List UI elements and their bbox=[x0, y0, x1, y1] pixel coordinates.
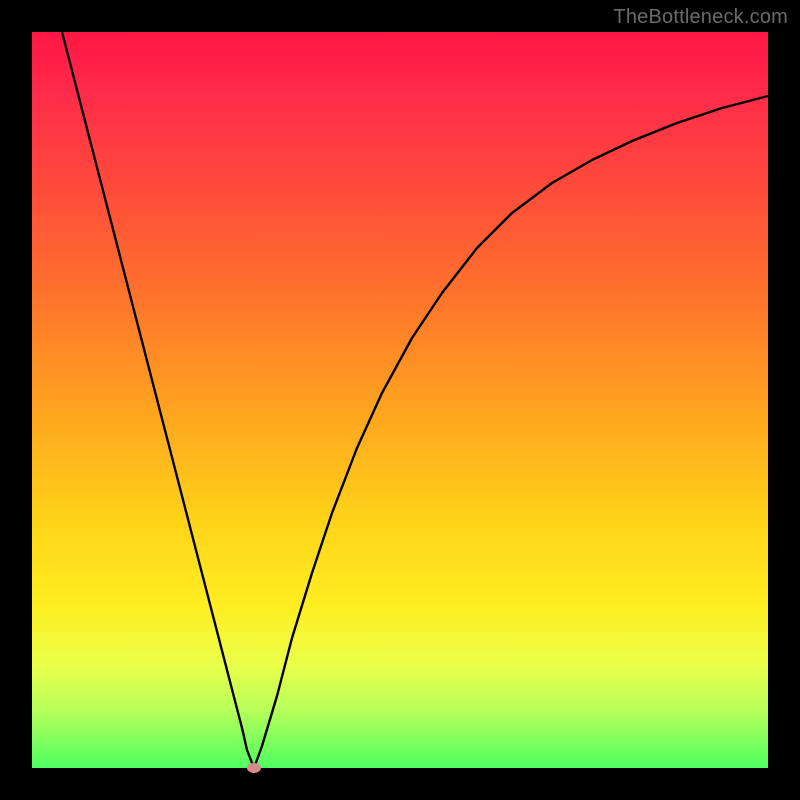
minimum-marker bbox=[247, 763, 261, 773]
plot-area bbox=[32, 32, 768, 768]
chart-frame: TheBottleneck.com bbox=[0, 0, 800, 800]
curve-path bbox=[62, 32, 768, 768]
bottleneck-curve bbox=[32, 32, 768, 768]
attribution-text: TheBottleneck.com bbox=[613, 6, 788, 29]
